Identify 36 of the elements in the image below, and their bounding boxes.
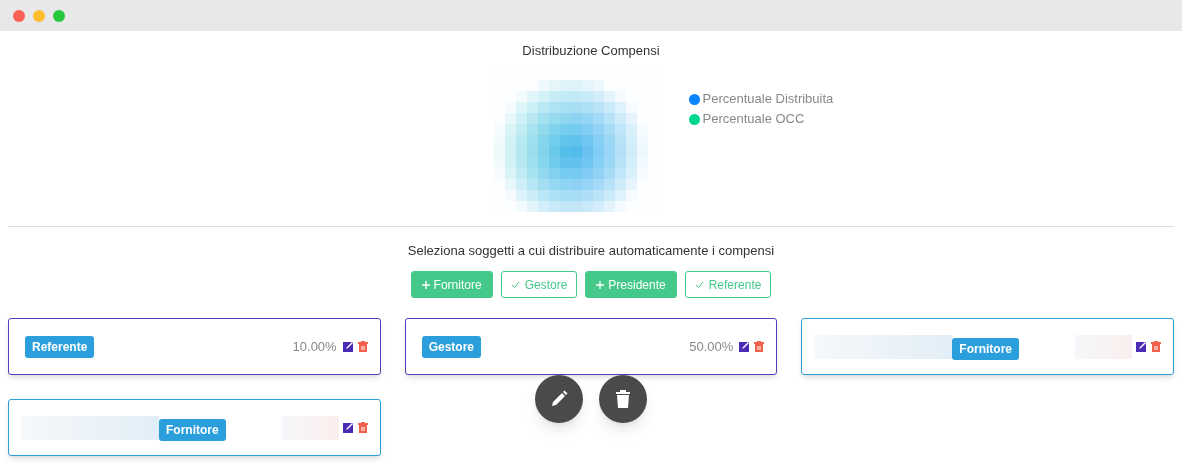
- trash-icon: [357, 422, 368, 433]
- check-icon: [694, 280, 704, 289]
- trash-icon: [615, 389, 631, 409]
- instruction-text: Seleziona soggetti a cui distribuire automaticamente i compensi: [406, 243, 776, 259]
- role-toggle-button[interactable]: Referente: [684, 271, 772, 298]
- edit-icon: [342, 341, 354, 352]
- edit-icon: [342, 422, 354, 433]
- edit-icon: [739, 341, 751, 352]
- role-badge: Referente: [25, 335, 95, 358]
- legend-label: Percentuale OCC: [702, 111, 805, 127]
- percentage-value: 50.00%: [689, 337, 734, 356]
- role-toggle-button[interactable]: Presidente: [585, 271, 677, 298]
- trash-icon: [357, 341, 368, 352]
- plus-icon: [421, 280, 430, 289]
- role-badge: Fornitore: [159, 418, 226, 441]
- role-toggle-button[interactable]: Gestore: [500, 271, 578, 298]
- percentage-value: 10.00%: [292, 337, 337, 356]
- pencil-icon: [549, 389, 569, 409]
- check-icon: [510, 280, 520, 289]
- role-toggle-button[interactable]: Fornitore: [410, 271, 493, 298]
- edit-button[interactable]: [535, 375, 583, 423]
- edit-icon: [1136, 341, 1147, 352]
- plus-icon: [596, 280, 605, 289]
- edit-button[interactable]: [342, 341, 354, 352]
- trash-icon: [754, 341, 765, 352]
- legend-label: Percentuale Distribuita: [702, 91, 834, 107]
- close-button[interactable]: [13, 9, 25, 22]
- edit-button[interactable]: [739, 341, 751, 352]
- chart-title: Distribuzione Compensi: [521, 43, 661, 59]
- role-badge: Gestore: [421, 335, 481, 358]
- edit-button[interactable]: [342, 422, 354, 433]
- edit-button[interactable]: [1136, 341, 1147, 352]
- maximize-button[interactable]: [53, 9, 65, 22]
- role-badge: Fornitore: [952, 337, 1019, 360]
- delete-button[interactable]: [599, 375, 647, 423]
- trash-icon: [1151, 341, 1161, 352]
